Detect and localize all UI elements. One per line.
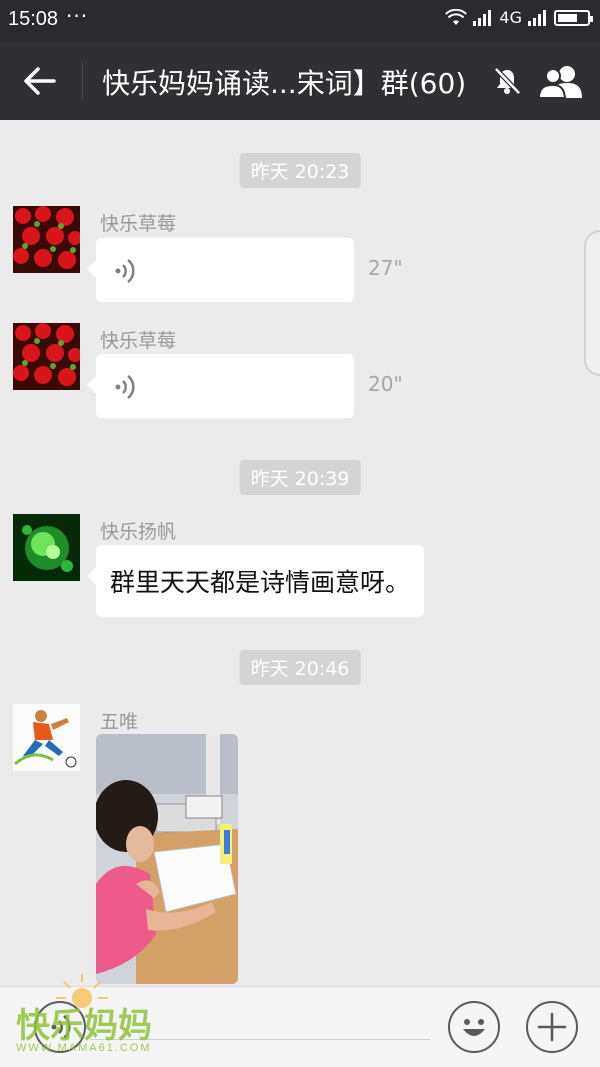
voice-duration: 20" bbox=[368, 372, 403, 396]
wifi-icon bbox=[445, 8, 468, 25]
nav-divider bbox=[82, 62, 83, 100]
chat-title: 快乐妈妈诵读...宋词】群(60) bbox=[102, 67, 467, 100]
avatar-soccer-player[interactable] bbox=[13, 704, 80, 771]
battery-icon bbox=[554, 9, 593, 26]
voice-message-bubble[interactable] bbox=[87, 354, 354, 418]
time-separator: 昨天 20:46 bbox=[239, 650, 361, 685]
avatar-green[interactable] bbox=[13, 514, 80, 581]
mute-bell-icon bbox=[494, 67, 521, 95]
sender-name: 快乐扬帆 bbox=[100, 521, 177, 543]
chat-header: 快乐妈妈诵读...宋词】群(60) bbox=[0, 42, 600, 120]
voice-wave-icon bbox=[115, 259, 135, 283]
message-input[interactable] bbox=[90, 1039, 430, 1040]
group-members-icon[interactable] bbox=[538, 64, 584, 98]
side-drawer-handle[interactable] bbox=[584, 230, 600, 376]
voice-message-bubble[interactable] bbox=[87, 238, 354, 302]
emoji-icon bbox=[463, 1019, 485, 1036]
image-message[interactable] bbox=[96, 734, 238, 984]
text-message-bubble[interactable]: 群里天天都是诗情画意呀。 bbox=[86, 545, 425, 617]
status-indicators: 4G bbox=[445, 8, 593, 27]
avatar-strawberry[interactable] bbox=[13, 323, 80, 390]
plus-icon bbox=[537, 1012, 567, 1042]
status-time: 15:08 bbox=[8, 8, 59, 30]
input-bar bbox=[0, 986, 600, 1067]
voice-input-button[interactable] bbox=[34, 1001, 86, 1053]
more-notifications-icon: ··· bbox=[66, 4, 89, 28]
voice-wave-icon bbox=[115, 375, 135, 399]
network-type: 4G bbox=[499, 8, 522, 27]
avatar-strawberry[interactable] bbox=[13, 206, 80, 273]
signal-icon-2 bbox=[528, 9, 546, 26]
sender-name: 五唯 bbox=[100, 711, 139, 733]
back-arrow-icon[interactable] bbox=[18, 60, 62, 102]
time-separator: 昨天 20:39 bbox=[239, 460, 361, 495]
time-separator: 昨天 20:23 bbox=[239, 153, 361, 188]
status-bar: 15:08 ··· 4G bbox=[0, 0, 600, 42]
more-actions-button[interactable] bbox=[526, 1001, 578, 1053]
voice-wave-icon bbox=[51, 1015, 71, 1039]
sender-name: 快乐草莓 bbox=[100, 330, 177, 352]
sender-name: 快乐草莓 bbox=[100, 213, 177, 235]
emoji-button[interactable] bbox=[448, 1001, 500, 1053]
signal-icon bbox=[473, 9, 492, 26]
voice-duration: 27" bbox=[368, 256, 403, 280]
